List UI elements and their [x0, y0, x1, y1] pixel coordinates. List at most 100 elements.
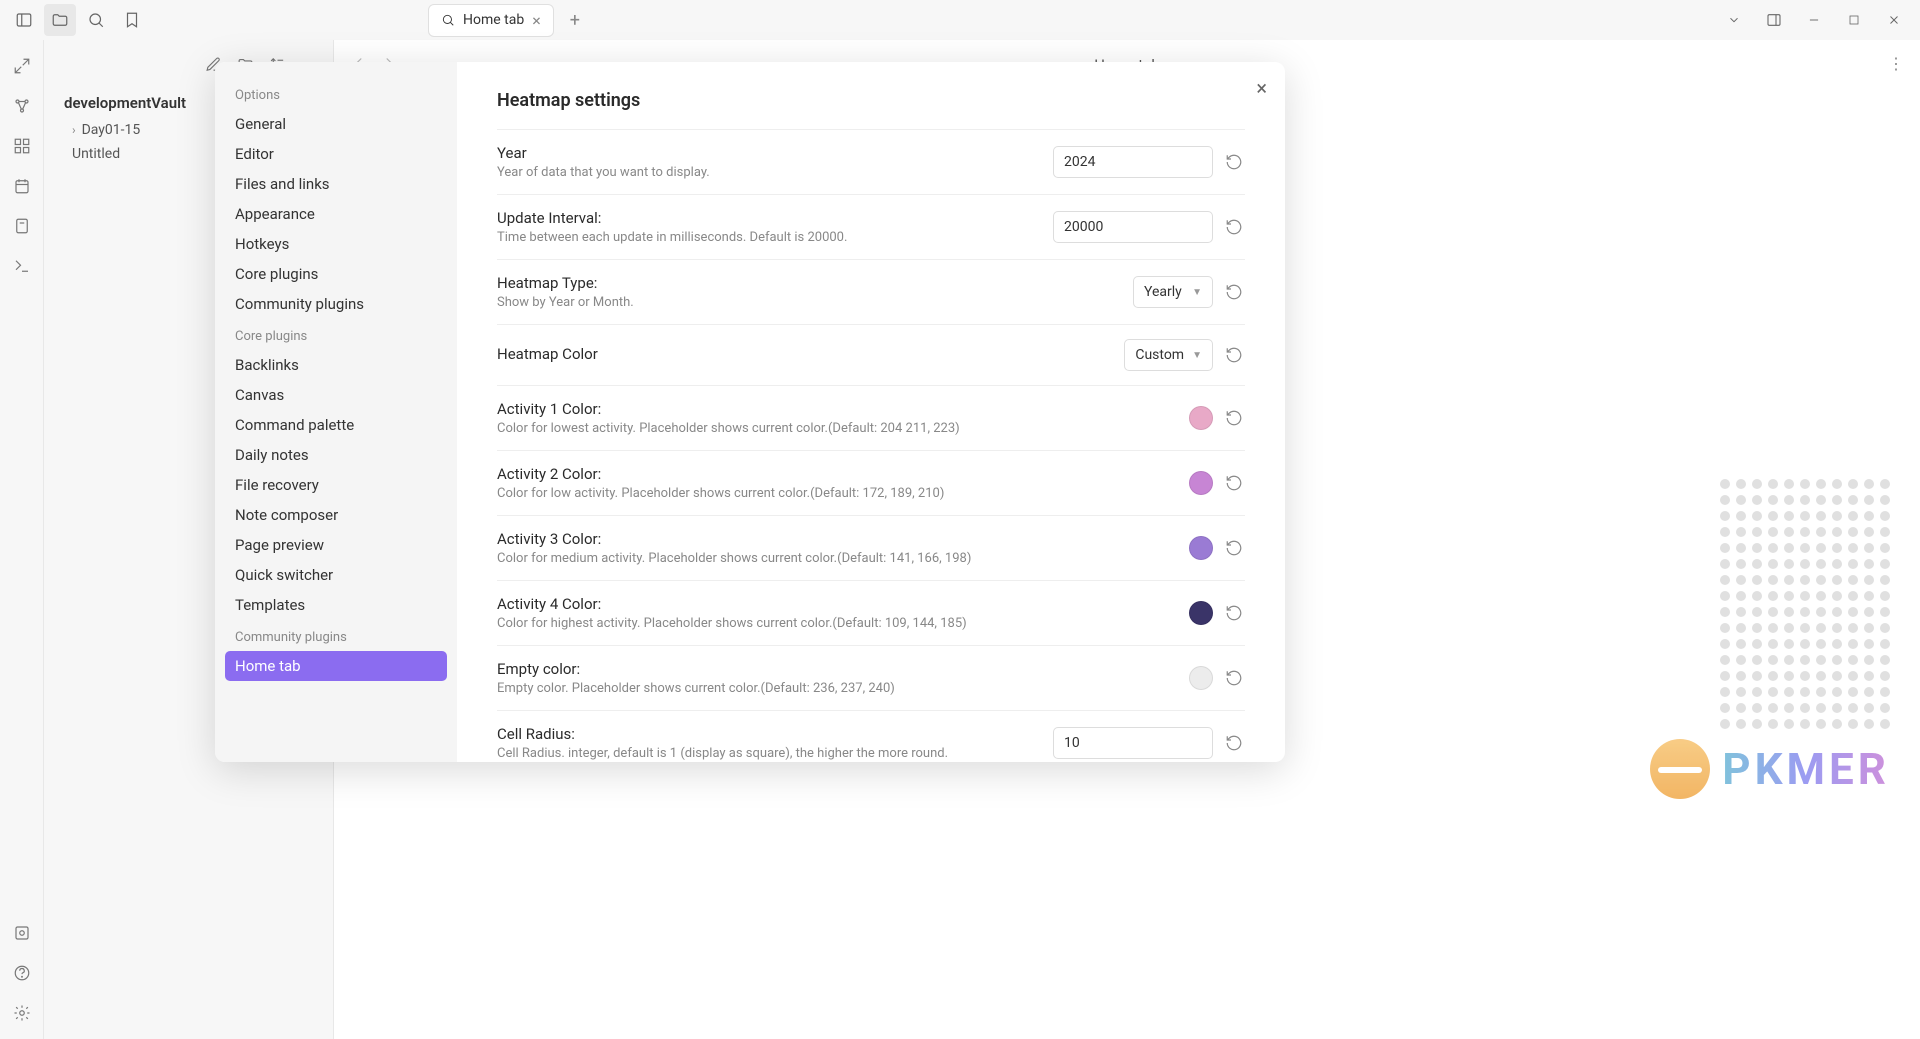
setting-activity-4-color: Activity 4 Color: Color for highest acti… — [497, 580, 1245, 645]
tab-label: Home tab — [463, 12, 524, 28]
setting-year: Year Year of data that you want to displ… — [497, 129, 1245, 194]
reset-icon[interactable] — [1223, 344, 1245, 366]
select-value: Yearly — [1144, 284, 1182, 300]
reset-icon[interactable] — [1223, 472, 1245, 494]
activity-4-color-swatch[interactable] — [1189, 601, 1213, 625]
reset-icon[interactable] — [1223, 537, 1245, 559]
setting-activity-1-color: Activity 1 Color: Color for lowest activ… — [497, 385, 1245, 450]
empty-color-swatch[interactable] — [1189, 666, 1213, 690]
setting-heatmap-type: Heatmap Type: Show by Year or Month. Yea… — [497, 259, 1245, 324]
graph-icon[interactable] — [8, 92, 36, 120]
sidebar-item-backlinks[interactable]: Backlinks — [225, 350, 447, 380]
sidebar-item-home-tab[interactable]: Home tab — [225, 651, 447, 681]
activity-2-color-swatch[interactable] — [1189, 471, 1213, 495]
sidebar-item-community-plugins[interactable]: Community plugins — [225, 289, 447, 319]
more-options-icon[interactable]: ⋮ — [1888, 54, 1904, 73]
sidebar-item-core-plugins[interactable]: Core plugins — [225, 259, 447, 289]
sidebar-item-hotkeys[interactable]: Hotkeys — [225, 229, 447, 259]
sidebar-item-quick-switcher[interactable]: Quick switcher — [225, 560, 447, 590]
settings-icon[interactable] — [8, 999, 36, 1027]
setting-desc: Cell Radius. integer, default is 1 (disp… — [497, 746, 1053, 761]
watermark: PKMER — [1650, 739, 1890, 799]
setting-label: Year — [497, 144, 1053, 162]
setting-desc: Empty color. Placeholder shows current c… — [497, 681, 1189, 696]
chevron-down-icon: ▼ — [1192, 287, 1202, 298]
close-icon[interactable]: × — [532, 11, 541, 30]
heatmap-color-select[interactable]: Custom ▼ — [1124, 339, 1213, 371]
sidebar-item-command-palette[interactable]: Command palette — [225, 410, 447, 440]
command-palette-icon[interactable] — [8, 252, 36, 280]
reset-icon[interactable] — [1223, 407, 1245, 429]
setting-label: Empty color: — [497, 660, 1189, 678]
templates-icon[interactable] — [8, 212, 36, 240]
setting-activity-2-color: Activity 2 Color: Color for low activity… — [497, 450, 1245, 515]
search-icon — [441, 13, 455, 27]
daily-note-icon[interactable] — [8, 172, 36, 200]
activity-3-color-swatch[interactable] — [1189, 536, 1213, 560]
close-button[interactable] — [1876, 4, 1912, 36]
select-value: Custom — [1135, 347, 1184, 363]
setting-label: Activity 3 Color: — [497, 530, 1189, 548]
cell-radius-input[interactable] — [1053, 727, 1213, 759]
sidebar-item-editor[interactable]: Editor — [225, 139, 447, 169]
settings-content: × Heatmap settings Year Year of data tha… — [457, 62, 1285, 762]
decorative-dots — [1720, 479, 1890, 729]
setting-label: Activity 1 Color: — [497, 400, 1189, 418]
chevron-down-icon[interactable] — [1716, 4, 1752, 36]
setting-label: Activity 2 Color: — [497, 465, 1189, 483]
folder-label: Day01-15 — [82, 122, 141, 138]
sidebar-item-page-preview[interactable]: Page preview — [225, 530, 447, 560]
watermark-logo-icon — [1650, 739, 1710, 799]
quick-switcher-icon[interactable] — [8, 52, 36, 80]
help-icon[interactable] — [8, 959, 36, 987]
maximize-button[interactable] — [1836, 4, 1872, 36]
setting-desc: Year of data that you want to display. — [497, 165, 1053, 180]
search-icon[interactable] — [80, 4, 112, 36]
setting-cell-radius: Cell Radius: Cell Radius. integer, defau… — [497, 710, 1245, 762]
reset-icon[interactable] — [1223, 667, 1245, 689]
setting-label: Activity 4 Color: — [497, 595, 1189, 613]
panel-right-icon[interactable] — [1756, 4, 1792, 36]
sidebar-section-community: Community plugins — [225, 620, 447, 651]
reset-icon[interactable] — [1223, 732, 1245, 754]
setting-desc: Color for low activity. Placeholder show… — [497, 486, 1189, 501]
watermark-text: PKMER — [1722, 743, 1890, 795]
new-tab-button[interactable]: + — [562, 6, 588, 35]
sidebar-toggle-icon[interactable] — [8, 4, 40, 36]
modal-close-button[interactable]: × — [1256, 76, 1267, 100]
titlebar: Home tab × + — [0, 0, 1920, 40]
activity-1-color-swatch[interactable] — [1189, 406, 1213, 430]
sidebar-item-files-links[interactable]: Files and links — [225, 169, 447, 199]
sidebar-item-file-recovery[interactable]: File recovery — [225, 470, 447, 500]
setting-desc: Color for highest activity. Placeholder … — [497, 616, 1189, 631]
sidebar-section-options: Options — [225, 78, 447, 109]
heatmap-type-select[interactable]: Yearly ▼ — [1133, 276, 1213, 308]
reset-icon[interactable] — [1223, 216, 1245, 238]
reset-icon[interactable] — [1223, 281, 1245, 303]
file-label: Untitled — [72, 146, 120, 162]
setting-heatmap-color: Heatmap Color Custom ▼ — [497, 324, 1245, 385]
sidebar-item-daily-notes[interactable]: Daily notes — [225, 440, 447, 470]
folder-icon[interactable] — [44, 4, 76, 36]
setting-label: Update Interval: — [497, 209, 1053, 227]
settings-title: Heatmap settings — [497, 90, 1245, 111]
year-input[interactable] — [1053, 146, 1213, 178]
vault-icon[interactable] — [8, 919, 36, 947]
interval-input[interactable] — [1053, 211, 1213, 243]
sidebar-item-general[interactable]: General — [225, 109, 447, 139]
reset-icon[interactable] — [1223, 151, 1245, 173]
canvas-icon[interactable] — [8, 132, 36, 160]
setting-label: Heatmap Color — [497, 345, 1124, 363]
setting-update-interval: Update Interval: Time between each updat… — [497, 194, 1245, 259]
tab-home[interactable]: Home tab × — [428, 4, 554, 37]
sidebar-item-canvas[interactable]: Canvas — [225, 380, 447, 410]
sidebar-item-note-composer[interactable]: Note composer — [225, 500, 447, 530]
setting-label: Cell Radius: — [497, 725, 1053, 743]
bookmark-icon[interactable] — [116, 4, 148, 36]
minimize-button[interactable] — [1796, 4, 1832, 36]
sidebar-item-appearance[interactable]: Appearance — [225, 199, 447, 229]
chevron-down-icon: ▼ — [1192, 350, 1202, 361]
sidebar-item-templates[interactable]: Templates — [225, 590, 447, 620]
reset-icon[interactable] — [1223, 602, 1245, 624]
settings-sidebar: Options General Editor Files and links A… — [215, 62, 457, 762]
